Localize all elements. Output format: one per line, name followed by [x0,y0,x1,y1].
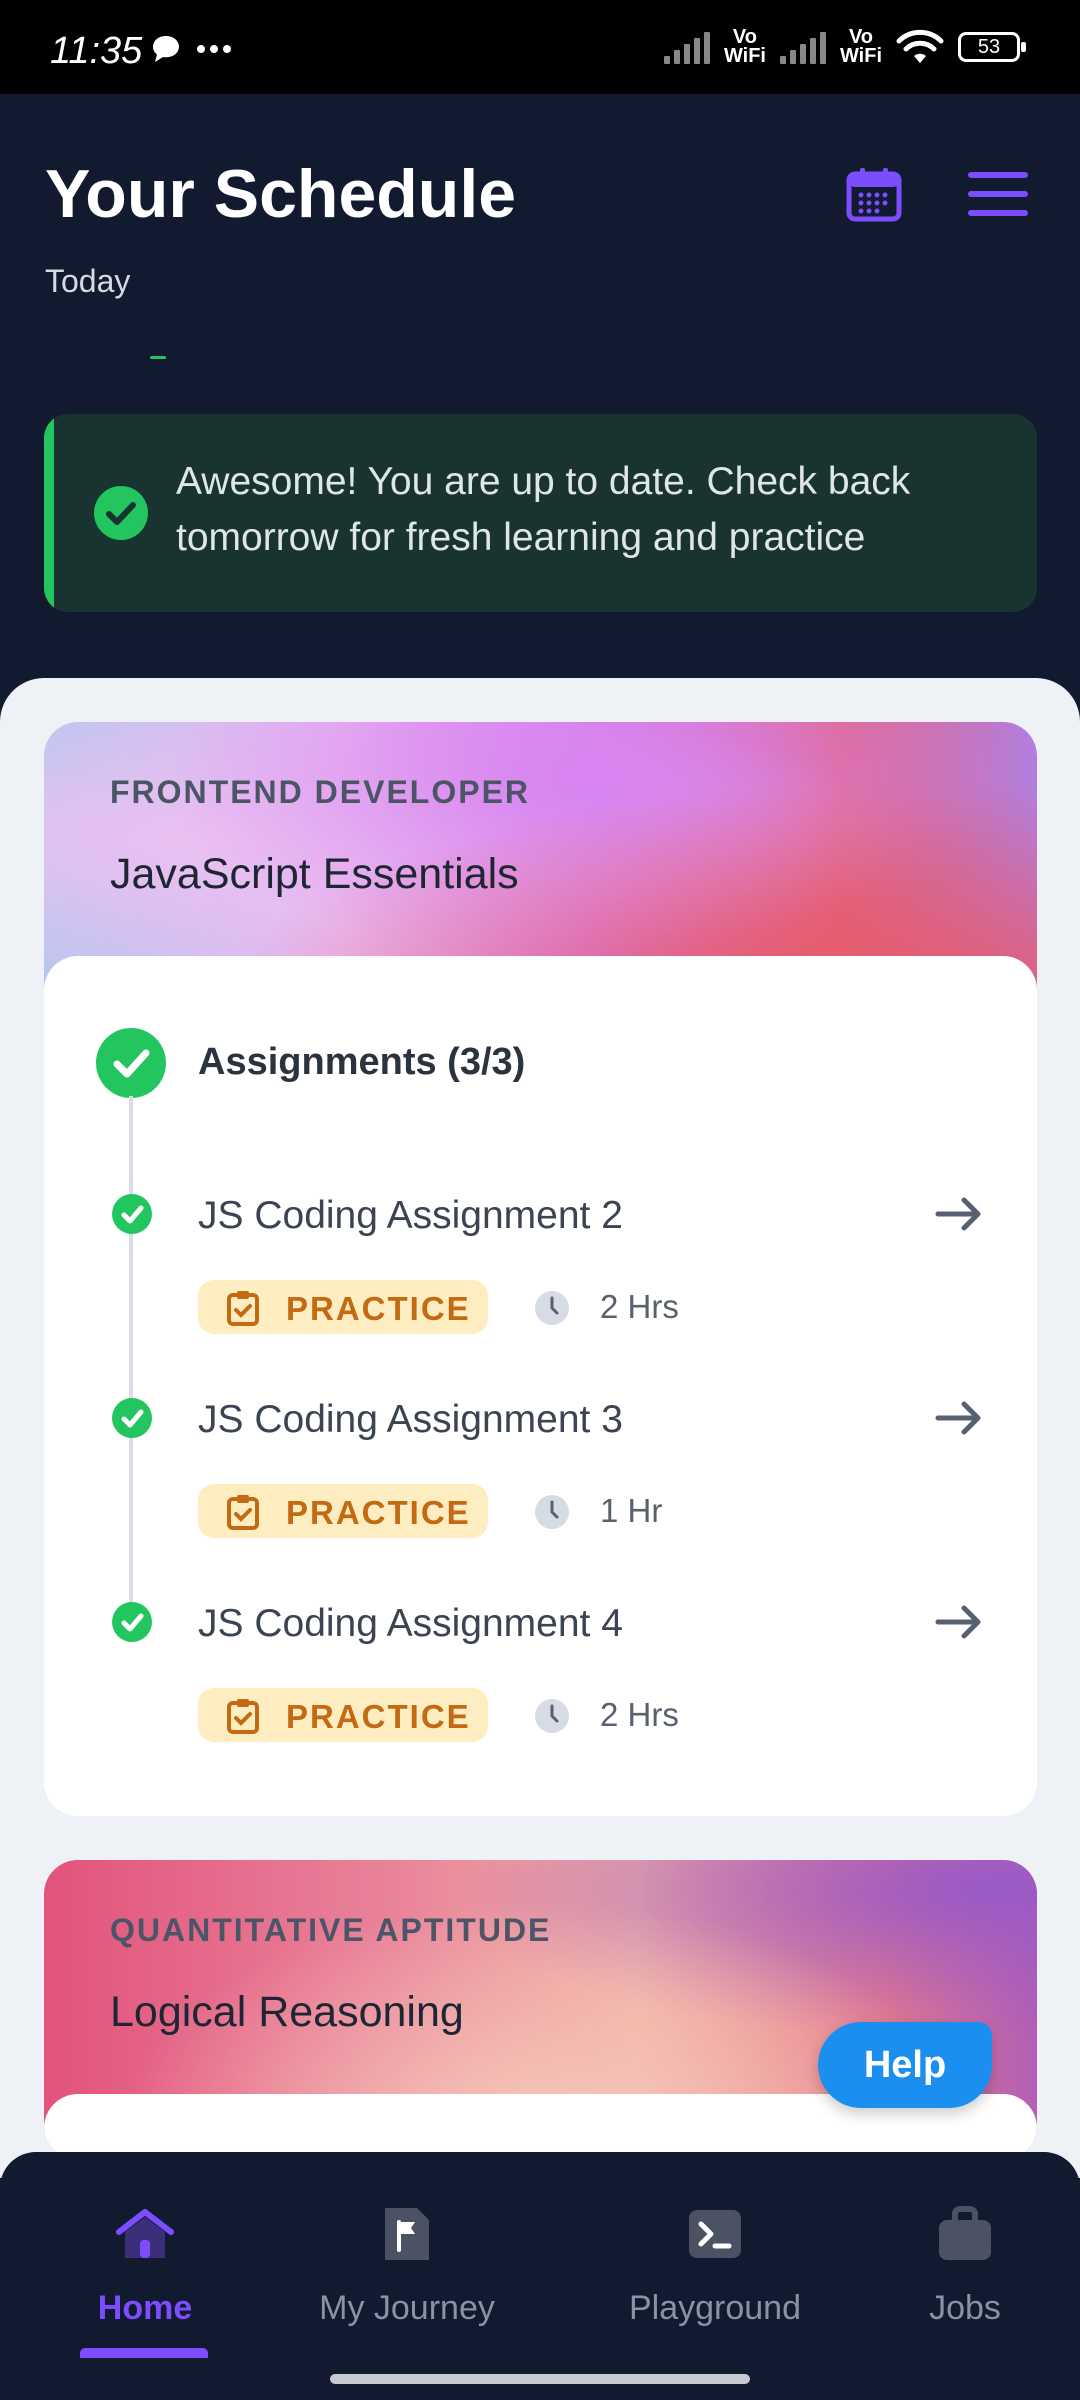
course-track: QUANTITATIVE APTITUDE [110,1912,552,1948]
arrow-right-icon[interactable] [934,1398,984,1438]
clock-icon [535,1495,569,1529]
assignment-duration: 1 Hr [600,1492,663,1529]
nav-label: My Journey [319,2289,495,2327]
more-dots-icon [197,45,231,53]
course-card[interactable]: FRONTEND DEVELOPER JavaScript Essentials… [44,722,1037,1816]
terminal-icon [689,2210,741,2258]
battery-icon: 53 [958,32,1026,62]
task-check-icon [112,1602,152,1642]
clipboard-check-icon [227,1495,259,1530]
nav-label: Playground [628,2289,801,2327]
assignment-title[interactable]: JS Coding Assignment 2 [198,1194,623,1238]
bottom-navigation: Home My Journey Playground Jobs [0,2152,1080,2400]
nav-label: Jobs [929,2289,1001,2327]
assignment-item[interactable]: JS Coding Assignment 3 PRACTICE 1 Hr [44,1388,1037,1568]
course-card-body: Assignments (3/3) JS Coding Assignment 2… [44,956,1037,1816]
up-to-date-banner: Awesome! You are up to date. Check back … [44,414,1037,612]
vowifi-label: Vo WiFi [839,26,882,67]
clipboard-check-icon [227,1291,259,1326]
assignment-duration: 2 Hrs [600,1696,679,1733]
course-track: FRONTEND DEVELOPER [110,774,531,810]
calendar-button[interactable] [846,166,902,222]
status-notification-icons [150,34,232,64]
chat-bubble-icon [153,36,179,62]
course-card[interactable]: QUANTITATIVE APTITUDE Logical Reasoning [44,1860,1037,2160]
help-button[interactable]: Help [818,2022,992,2108]
status-system-icons: Vo WiFi Vo WiFi 53 [663,26,1026,67]
home-icon [116,2209,174,2258]
badge-label: PRACTICE [286,1290,471,1327]
nav-jobs[interactable]: Jobs [920,2202,1010,2328]
nav-my-journey[interactable]: My Journey [312,2202,502,2328]
signal-icon [779,30,826,64]
course-title: JavaScript Essentials [110,850,519,898]
assignment-title[interactable]: JS Coding Assignment 4 [198,1602,623,1646]
calendar-icon [846,168,902,222]
journey-flag-icon [385,2208,429,2260]
progress-dash [150,356,166,359]
clock-icon [535,1291,569,1325]
arrow-right-icon[interactable] [934,1602,984,1642]
assignments-section-title: Assignments (3/3) [198,1041,526,1083]
signal-icon [663,30,710,64]
wifi-icon [896,29,944,63]
badge-label: PRACTICE [286,1698,471,1735]
menu-line [968,210,1028,216]
assignment-item[interactable]: JS Coding Assignment 4 PRACTICE 2 Hrs [44,1592,1037,1772]
vowifi-label: Vo WiFi [723,26,766,67]
clock-icon [535,1699,569,1733]
nav-home[interactable]: Home [90,2202,200,2328]
status-time: 11:35 [50,30,143,72]
system-home-bar[interactable] [330,2374,750,2384]
assignment-duration: 2 Hrs [600,1288,679,1325]
clipboard-check-icon [227,1699,259,1734]
assignment-title[interactable]: JS Coding Assignment 3 [198,1398,623,1442]
arrow-right-icon[interactable] [934,1194,984,1234]
practice-badge: PRACTICE [198,1688,488,1742]
hamburger-menu-button[interactable] [968,172,1028,220]
check-circle-icon [94,486,148,540]
practice-badge: PRACTICE [198,1484,488,1538]
section-check-icon [96,1028,166,1098]
banner-message: Awesome! You are up to date. Check back … [176,460,911,559]
page-title: Your Schedule [45,156,517,232]
active-tab-indicator [80,2348,208,2358]
nav-label: Home [97,2289,193,2327]
menu-line [968,172,1028,178]
task-check-icon [112,1398,152,1438]
briefcase-icon [939,2206,991,2260]
menu-line [968,191,1028,197]
nav-playground[interactable]: Playground [620,2202,810,2328]
status-bar: 11:35 Vo WiFi Vo WiFi 53 [0,0,1080,94]
assignment-item[interactable]: JS Coding Assignment 2 PRACTICE 2 Hrs [44,1184,1037,1364]
course-title: Logical Reasoning [110,1988,464,2036]
practice-badge: PRACTICE [198,1280,488,1334]
badge-label: PRACTICE [286,1494,471,1531]
task-check-icon [112,1194,152,1234]
page-subtitle: Today [45,263,131,299]
banner-accent-bar [44,414,54,612]
